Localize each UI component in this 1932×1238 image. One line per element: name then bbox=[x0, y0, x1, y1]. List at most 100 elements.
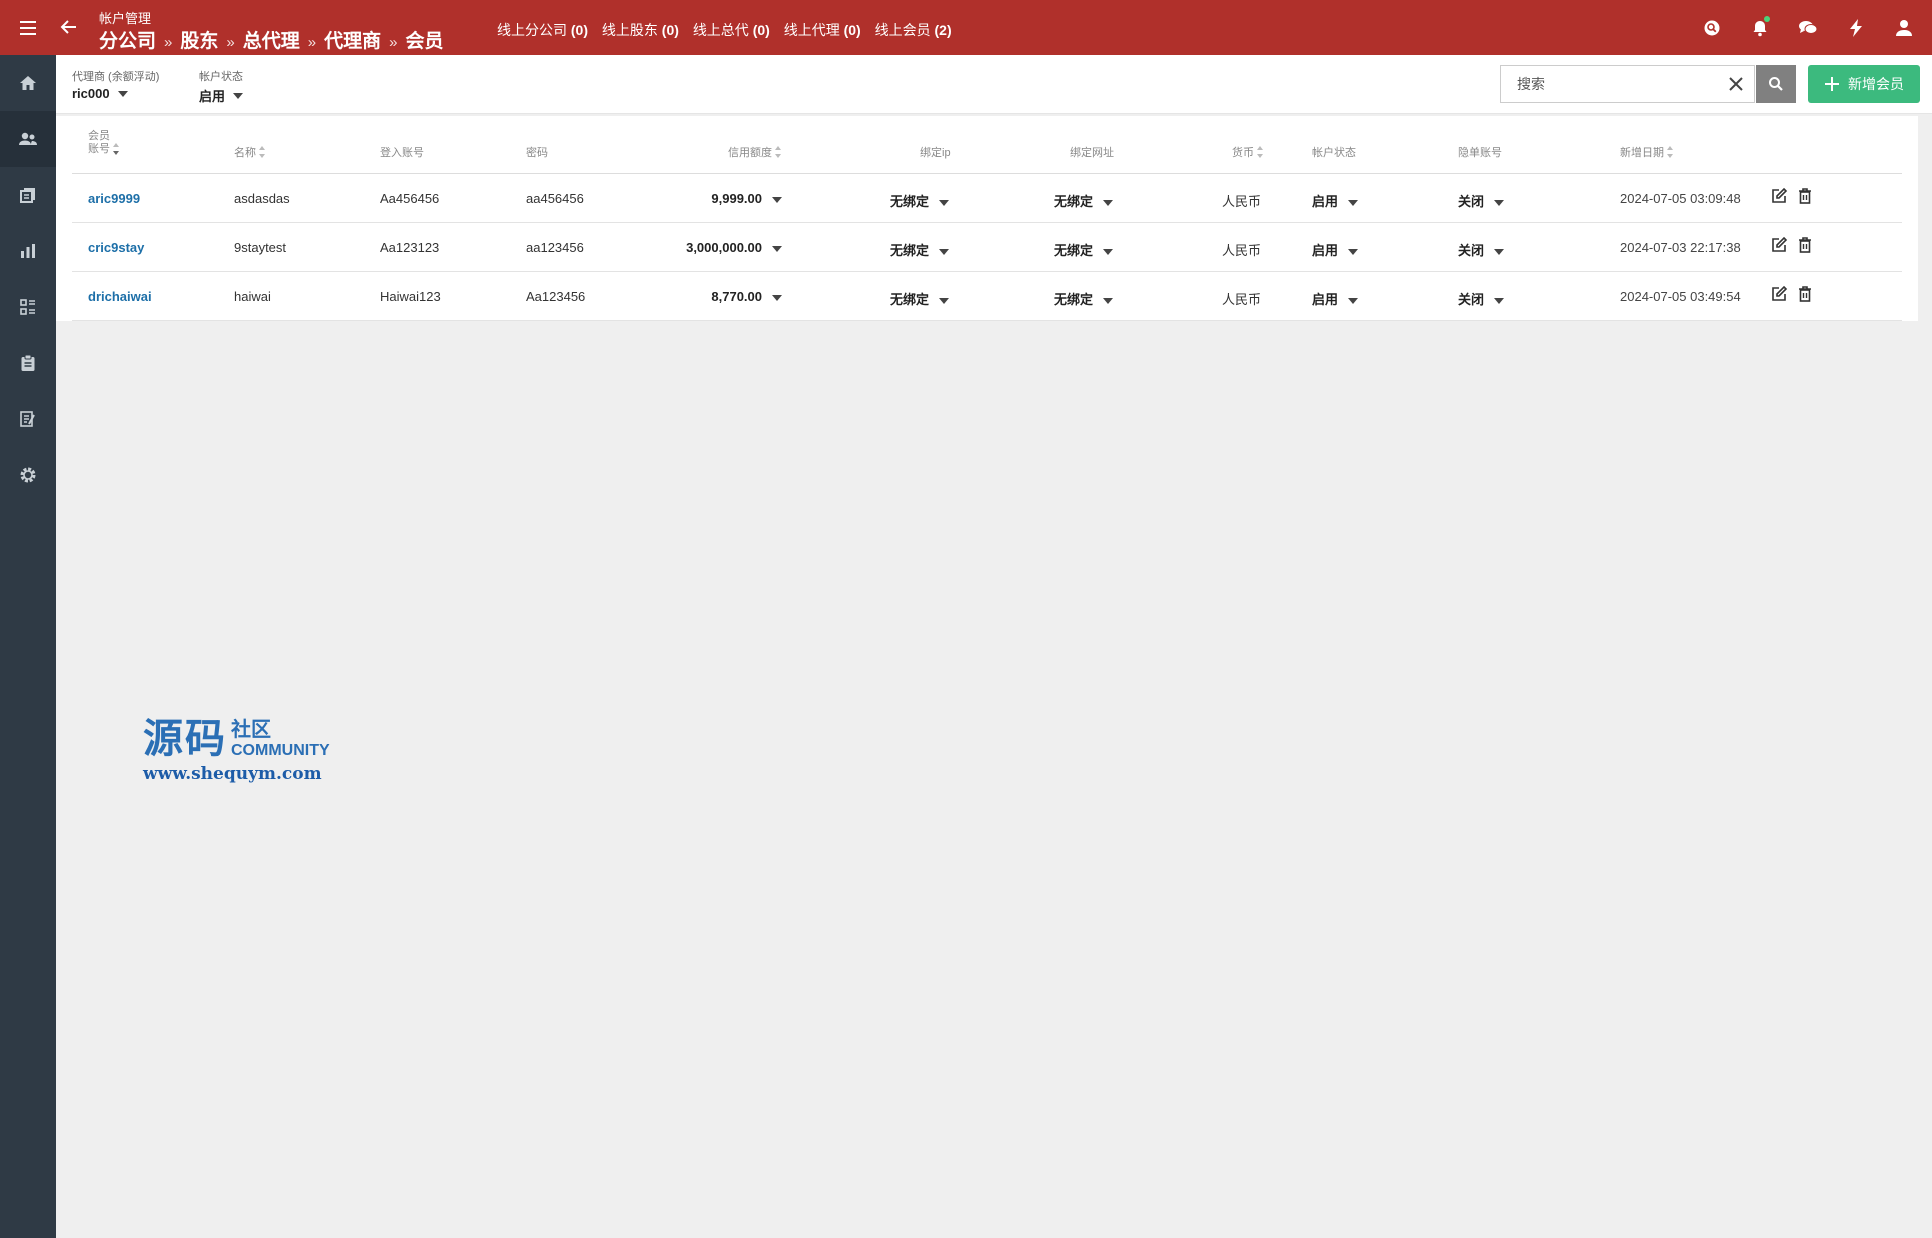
sidebar-item-notes[interactable] bbox=[0, 391, 56, 447]
bind-ip-dropdown[interactable]: 无绑定 bbox=[890, 240, 950, 259]
chevron-down-icon bbox=[1348, 199, 1359, 206]
online-shareholder[interactable]: 线上股东 (0) bbox=[602, 22, 679, 38]
sidebar-item-reports[interactable] bbox=[0, 167, 56, 223]
col-status: 帐户状态 bbox=[1312, 147, 1356, 159]
member-account[interactable]: aric9999 bbox=[88, 191, 140, 206]
bind-url-dropdown[interactable]: 无绑定 bbox=[1054, 191, 1114, 210]
bar-chart-icon bbox=[21, 244, 35, 258]
sidebar-item-accounts[interactable] bbox=[0, 111, 56, 167]
agent-filter[interactable]: 代理商 (余额浮动) ric000 bbox=[72, 68, 159, 101]
col-account[interactable]: 会员 账号 bbox=[88, 130, 120, 156]
col-created[interactable]: 新增日期 bbox=[1620, 144, 1674, 160]
search-box bbox=[1500, 65, 1755, 103]
online-agent[interactable]: 线上代理 (0) bbox=[784, 22, 861, 38]
chevron-down-icon bbox=[1103, 248, 1114, 255]
lightning-icon[interactable] bbox=[1842, 14, 1870, 42]
created-date: 2024-07-03 22:17:38 bbox=[1620, 240, 1741, 255]
bind-url-dropdown[interactable]: 无绑定 bbox=[1054, 240, 1114, 259]
sidebar-item-home[interactable] bbox=[0, 55, 56, 111]
sidebar-item-list[interactable] bbox=[0, 279, 56, 335]
status-dropdown[interactable]: 启用 bbox=[1312, 240, 1359, 259]
col-password: 密码 bbox=[526, 147, 548, 159]
document-icon bbox=[20, 188, 35, 203]
breadcrumb-general-agent[interactable]: 总代理 bbox=[243, 31, 300, 52]
hidden-account-dropdown[interactable]: 关闭 bbox=[1458, 191, 1505, 210]
chevron-down-icon bbox=[1494, 199, 1505, 206]
sort-icon bbox=[775, 146, 782, 158]
member-name: haiwai bbox=[234, 289, 271, 304]
chevron-down-icon bbox=[939, 199, 950, 206]
member-account[interactable]: drichaiwai bbox=[88, 289, 152, 304]
sort-icon bbox=[1257, 146, 1264, 158]
chevron-down-icon bbox=[939, 248, 950, 255]
member-name: 9staytest bbox=[234, 240, 287, 255]
status-dropdown[interactable]: 启用 bbox=[1312, 289, 1359, 308]
agent-filter-label: 代理商 (余额浮动) bbox=[72, 71, 160, 83]
credit-dropdown[interactable]: 8,770.00 bbox=[632, 289, 782, 304]
member-password: Aa123456 bbox=[526, 289, 586, 304]
status-filter[interactable]: 帐户状态 启用 bbox=[199, 68, 244, 105]
back-arrow-icon[interactable] bbox=[57, 15, 81, 39]
col-currency[interactable]: 货币 bbox=[1232, 144, 1264, 160]
sort-icon bbox=[113, 143, 120, 155]
breadcrumb-branch[interactable]: 分公司 bbox=[99, 31, 156, 52]
chevron-down-icon bbox=[1103, 297, 1114, 304]
col-name[interactable]: 名称 bbox=[234, 144, 266, 160]
bell-icon[interactable] bbox=[1746, 14, 1774, 42]
breadcrumb-separator: » bbox=[164, 34, 173, 51]
menu-icon[interactable] bbox=[16, 16, 40, 40]
member-name: asdasdas bbox=[234, 191, 290, 206]
member-account[interactable]: cric9stay bbox=[88, 240, 144, 255]
chat-icon[interactable] bbox=[1794, 14, 1822, 42]
edit-icon[interactable] bbox=[1770, 236, 1790, 256]
users-icon bbox=[19, 132, 37, 145]
col-credit[interactable]: 信用额度 bbox=[728, 144, 782, 160]
sidebar-item-settings[interactable] bbox=[0, 447, 56, 503]
bind-url-dropdown[interactable]: 无绑定 bbox=[1054, 289, 1114, 308]
credit-dropdown[interactable]: 3,000,000.00 bbox=[632, 240, 782, 255]
chevron-down-icon bbox=[939, 297, 950, 304]
chevron-down-icon bbox=[772, 245, 782, 252]
watermark-community-en: COMMUNITY bbox=[231, 742, 330, 759]
bind-ip-dropdown[interactable]: 无绑定 bbox=[890, 191, 950, 210]
breadcrumb-member[interactable]: 会员 bbox=[405, 31, 443, 52]
sidebar-item-stats[interactable] bbox=[0, 223, 56, 279]
page-subtitle: 帐户管理 bbox=[99, 11, 152, 26]
breadcrumb-shareholder[interactable]: 股东 bbox=[180, 31, 218, 52]
created-date: 2024-07-05 03:09:48 bbox=[1620, 191, 1741, 206]
add-member-button[interactable]: 新增会员 bbox=[1808, 65, 1920, 103]
user-icon[interactable] bbox=[1890, 14, 1918, 42]
edit-icon[interactable] bbox=[1770, 285, 1790, 305]
trash-icon[interactable] bbox=[1796, 285, 1816, 305]
plus-icon bbox=[1825, 77, 1839, 91]
bind-ip-dropdown[interactable]: 无绑定 bbox=[890, 289, 950, 308]
status-filter-value: 启用 bbox=[199, 89, 226, 104]
trash-icon[interactable] bbox=[1796, 236, 1816, 256]
chevron-down-icon bbox=[1348, 248, 1359, 255]
list-icon bbox=[20, 299, 35, 315]
col-bind-ip: 绑定ip bbox=[920, 147, 951, 159]
search-button[interactable] bbox=[1756, 65, 1796, 103]
sidebar-item-clipboard[interactable] bbox=[0, 335, 56, 391]
col-login: 登入账号 bbox=[380, 147, 424, 159]
chevron-down-icon bbox=[1103, 199, 1114, 206]
online-branch[interactable]: 线上分公司 (0) bbox=[497, 22, 588, 38]
close-icon[interactable] bbox=[1726, 74, 1746, 94]
breadcrumb-agent[interactable]: 代理商 bbox=[324, 31, 381, 52]
credit-dropdown[interactable]: 9,999.00 bbox=[632, 191, 782, 206]
hidden-account-dropdown[interactable]: 关闭 bbox=[1458, 289, 1505, 308]
online-counts: 线上分公司 (0) 线上股东 (0) 线上总代 (0) 线上代理 (0) 线上会… bbox=[497, 20, 962, 40]
chevron-down-icon bbox=[1494, 297, 1505, 304]
status-dropdown[interactable]: 启用 bbox=[1312, 191, 1359, 210]
search-globe-icon[interactable] bbox=[1698, 14, 1726, 42]
edit-icon[interactable] bbox=[1770, 187, 1790, 207]
trash-icon[interactable] bbox=[1796, 187, 1816, 207]
online-member[interactable]: 线上会员 (2) bbox=[875, 22, 952, 38]
chevron-down-icon bbox=[772, 196, 782, 203]
member-currency: 人民币 bbox=[1222, 292, 1262, 307]
online-general-agent[interactable]: 线上总代 (0) bbox=[693, 22, 770, 38]
search-input[interactable] bbox=[1515, 75, 1709, 93]
hidden-account-dropdown[interactable]: 关闭 bbox=[1458, 240, 1505, 259]
watermark-url: www.shequym.com bbox=[143, 764, 322, 784]
chevron-down-icon bbox=[233, 92, 244, 99]
